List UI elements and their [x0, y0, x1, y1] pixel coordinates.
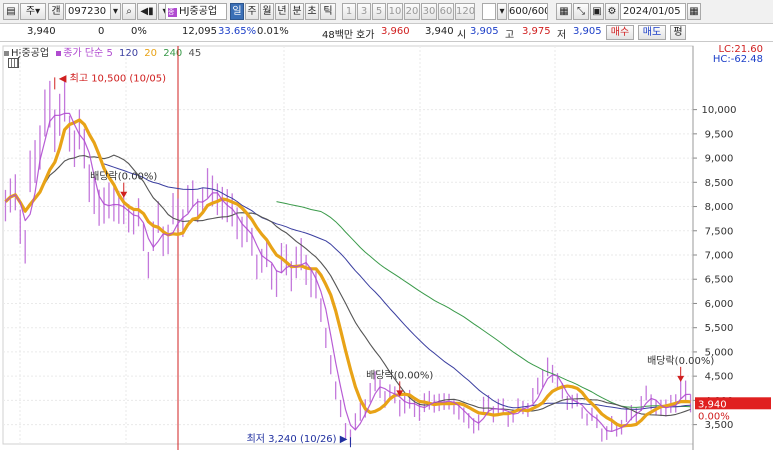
y-tick-label: 7,500: [705, 226, 734, 237]
y-tick-label: 6,000: [705, 299, 734, 310]
y-tick-label: 9,500: [705, 129, 734, 140]
price-chart[interactable]: 3,5004,0004,5005,0005,5006,0006,5007,000…: [0, 0, 773, 450]
y-tick-label: 6,500: [705, 275, 734, 286]
y-tick-label: 5,500: [705, 323, 734, 334]
price-axis: 3,5004,0004,5005,0005,5006,0006,5007,000…: [692, 46, 737, 450]
dividend-annotation-label: 배당락(0.00%): [366, 369, 433, 381]
chart-series: [4, 80, 692, 445]
ma-line-5: [5, 112, 691, 432]
y-tick-label: 8,000: [705, 202, 734, 213]
y-tick-label: 8,500: [705, 178, 734, 189]
ma-line-20: [4, 118, 691, 428]
current-price-label: 3,940: [698, 399, 727, 410]
y-tick-label: 7,000: [705, 251, 734, 262]
plot-frame: [2, 45, 694, 445]
y-tick-label: 4,500: [705, 372, 734, 383]
y-tick-label: 10,000: [702, 105, 737, 116]
low-annotation-label: 최저 3,240 (10/26) ▶: [247, 433, 348, 445]
dividend-annotation-label: 배당락(0.00%): [90, 171, 157, 183]
dividend-annotation-label: 배당락(0.00%): [647, 355, 714, 367]
high-annotation-label: ◀ 최고 10,500 (10/05): [59, 72, 166, 84]
chart-annotations: ◀ 최고 10,500 (10/05) 최저 3,240 (10/26) ▶ 배당락…: [54, 72, 771, 448]
chart-grid: [2, 45, 694, 450]
y-tick-label: 9,000: [705, 154, 734, 165]
dividend-marker-arrow: [677, 375, 685, 382]
current-change-label: 0.00%: [698, 411, 730, 422]
